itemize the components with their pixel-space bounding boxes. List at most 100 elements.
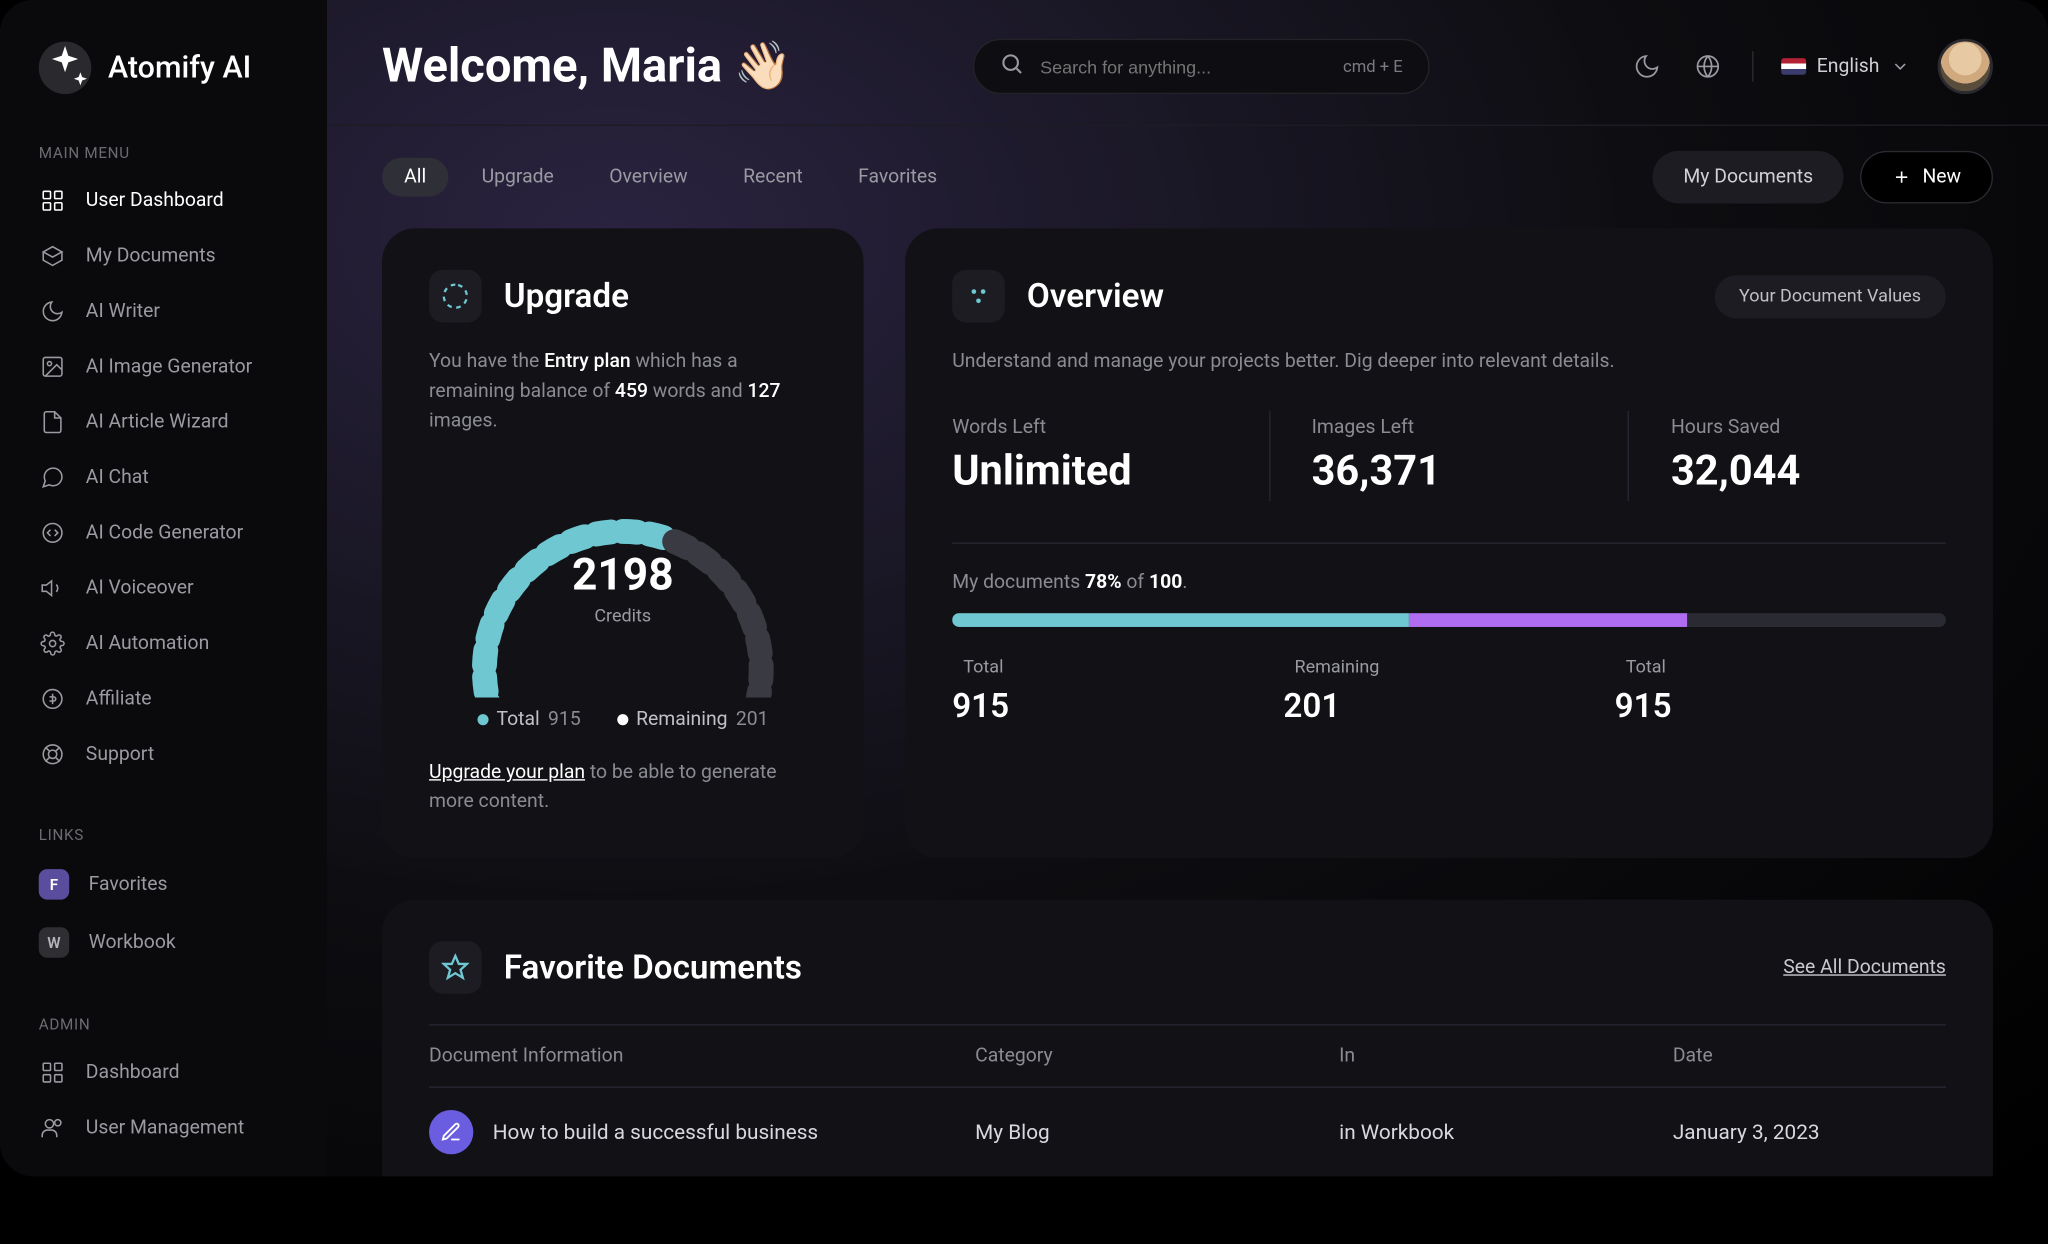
legend-label: Remaining: [1294, 657, 1379, 678]
upgrade-footer: Upgrade your plan to be able to generate…: [429, 759, 817, 817]
stat-value: 32,044: [1671, 447, 1946, 495]
avatar[interactable]: [1938, 39, 1993, 94]
chevron-down-icon: [1891, 57, 1910, 76]
divider: [952, 542, 1946, 543]
sidebar-item-admin-dashboard[interactable]: Dashboard: [0, 1045, 327, 1100]
upgrade-plan-link[interactable]: Upgrade your plan: [429, 761, 585, 783]
sidebar-item-label: AI Automation: [86, 632, 209, 654]
flag-us-icon: [1781, 58, 1806, 75]
tab-overview[interactable]: Overview: [587, 158, 710, 197]
stat-label: Images Left: [1312, 416, 1587, 438]
doc-title: How to build a successful business: [493, 1120, 818, 1145]
col-document-information: Document Information: [429, 1025, 975, 1087]
tab-label: Recent: [743, 166, 803, 188]
favorites-icon: [429, 941, 482, 994]
sidebar-item-support[interactable]: Support: [0, 727, 327, 782]
brand-name: Atomify AI: [108, 51, 251, 86]
tab-label: Overview: [609, 166, 688, 188]
welcome-text: Welcome, Maria 👋🏻: [382, 39, 792, 94]
topbar: Welcome, Maria 👋🏻 cmd + E English: [327, 0, 2048, 126]
favorites-card: Favorite Documents See All Documents Doc…: [382, 900, 1993, 1177]
sidebar-section-admin: ADMIN: [0, 999, 327, 1045]
dollar-icon: [39, 685, 67, 713]
legend-value: 915: [952, 686, 1283, 725]
stat-hours-saved: Hours Saved 32,044: [1628, 411, 1946, 501]
col-date: Date: [1673, 1025, 1946, 1087]
upgrade-icon: [429, 270, 482, 323]
tab-recent[interactable]: Recent: [721, 158, 825, 197]
sidebar-item-ai-writer[interactable]: AI Writer: [0, 284, 327, 339]
language-selector[interactable]: English: [1781, 55, 1910, 77]
stat-words-left: Words Left Unlimited: [952, 411, 1227, 501]
tab-label: Favorites: [858, 166, 937, 188]
favorites-chip: F: [39, 869, 69, 899]
content: Upgrade You have the Entry plan which ha…: [327, 228, 2048, 1176]
stat-images-left: Images Left 36,371: [1269, 411, 1587, 501]
credits-value: 2198: [429, 548, 817, 601]
table-row[interactable]: How to build a successful business My Bl…: [429, 1087, 1946, 1176]
workbook-chip: W: [39, 927, 69, 957]
tab-favorites[interactable]: Favorites: [836, 158, 959, 197]
speaker-icon: [39, 574, 67, 602]
main-area: Welcome, Maria 👋🏻 cmd + E English: [327, 0, 2048, 1176]
sidebar-item-label: AI Voiceover: [86, 577, 194, 599]
search-input[interactable]: [1040, 56, 1326, 77]
sidebar-item-affiliate[interactable]: Affiliate: [0, 671, 327, 726]
sidebar-item-label: Affiliate: [86, 688, 152, 710]
search-bar[interactable]: cmd + E: [972, 39, 1429, 94]
overview-card: Overview Your Document Values Understand…: [905, 228, 1993, 858]
tab-label: All: [404, 166, 426, 188]
plus-icon: [1892, 167, 1911, 186]
sidebar-item-ai-image-generator[interactable]: AI Image Generator: [0, 339, 327, 394]
users-icon: [39, 1114, 67, 1142]
new-button[interactable]: New: [1860, 151, 1993, 204]
sidebar-item-workbook[interactable]: W Workbook: [0, 913, 327, 971]
dashboard-icon: [39, 187, 67, 215]
button-label: My Documents: [1683, 166, 1813, 188]
gear-icon: [39, 630, 67, 658]
overview-title: Overview: [1027, 277, 1164, 316]
sidebar-item-label: Workbook: [89, 931, 176, 953]
search-shortcut: cmd + E: [1343, 57, 1403, 76]
sidebar-item-ai-article-wizard[interactable]: AI Article Wizard: [0, 394, 327, 449]
sidebar-item-label: Favorites: [89, 873, 168, 895]
legend-label: Total: [1626, 657, 1666, 678]
sidebar-item-ai-automation[interactable]: AI Automation: [0, 616, 327, 671]
col-category: Category: [975, 1025, 1339, 1087]
col-in: In: [1339, 1025, 1673, 1087]
overview-badge[interactable]: Your Document Values: [1714, 275, 1946, 318]
logo-sparkle-icon: [39, 42, 92, 95]
sidebar-item-ai-chat[interactable]: AI Chat: [0, 450, 327, 505]
sidebar-item-user-dashboard[interactable]: User Dashboard: [0, 173, 327, 228]
favorites-title: Favorite Documents: [504, 948, 802, 987]
legend-value: 201: [1283, 686, 1614, 725]
file-icon: [39, 408, 67, 436]
see-all-documents-link[interactable]: See All Documents: [1783, 956, 1946, 978]
sidebar-item-label: User Management: [86, 1117, 244, 1139]
upgrade-title: Upgrade: [504, 277, 629, 316]
sidebar-item-ai-voiceover[interactable]: AI Voiceover: [0, 561, 327, 616]
sidebar-item-label: AI Writer: [86, 300, 160, 322]
sidebar-item-label: Support: [86, 743, 154, 765]
doc-category: My Blog: [975, 1087, 1339, 1176]
credits-gauge: 2198 Credits: [429, 462, 817, 697]
theme-toggle[interactable]: [1630, 50, 1663, 83]
tab-label: Upgrade: [482, 166, 554, 188]
sidebar: Atomify AI MAIN MENU User Dashboard My D…: [0, 0, 327, 1176]
globe-icon[interactable]: [1691, 50, 1724, 83]
tab-upgrade[interactable]: Upgrade: [459, 158, 576, 197]
sidebar-item-favorites[interactable]: F Favorites: [0, 855, 327, 913]
sidebar-item-ai-code-generator[interactable]: AI Code Generator: [0, 505, 327, 560]
doc-in: in Workbook: [1339, 1087, 1673, 1176]
lifebuoy-icon: [39, 740, 67, 768]
brand-logo[interactable]: Atomify AI: [0, 42, 327, 128]
favorites-table: Document Information Category In Date: [429, 1024, 1946, 1176]
tab-all[interactable]: All: [382, 158, 448, 197]
my-documents-button[interactable]: My Documents: [1653, 151, 1844, 204]
progress-bar: [952, 613, 1946, 627]
sidebar-item-user-management[interactable]: User Management: [0, 1100, 327, 1155]
sidebar-item-label: AI Article Wizard: [86, 411, 229, 433]
divider: [1752, 51, 1753, 81]
upgrade-legend: Total915 Remaining201: [429, 709, 817, 731]
sidebar-item-my-documents[interactable]: My Documents: [0, 228, 327, 283]
